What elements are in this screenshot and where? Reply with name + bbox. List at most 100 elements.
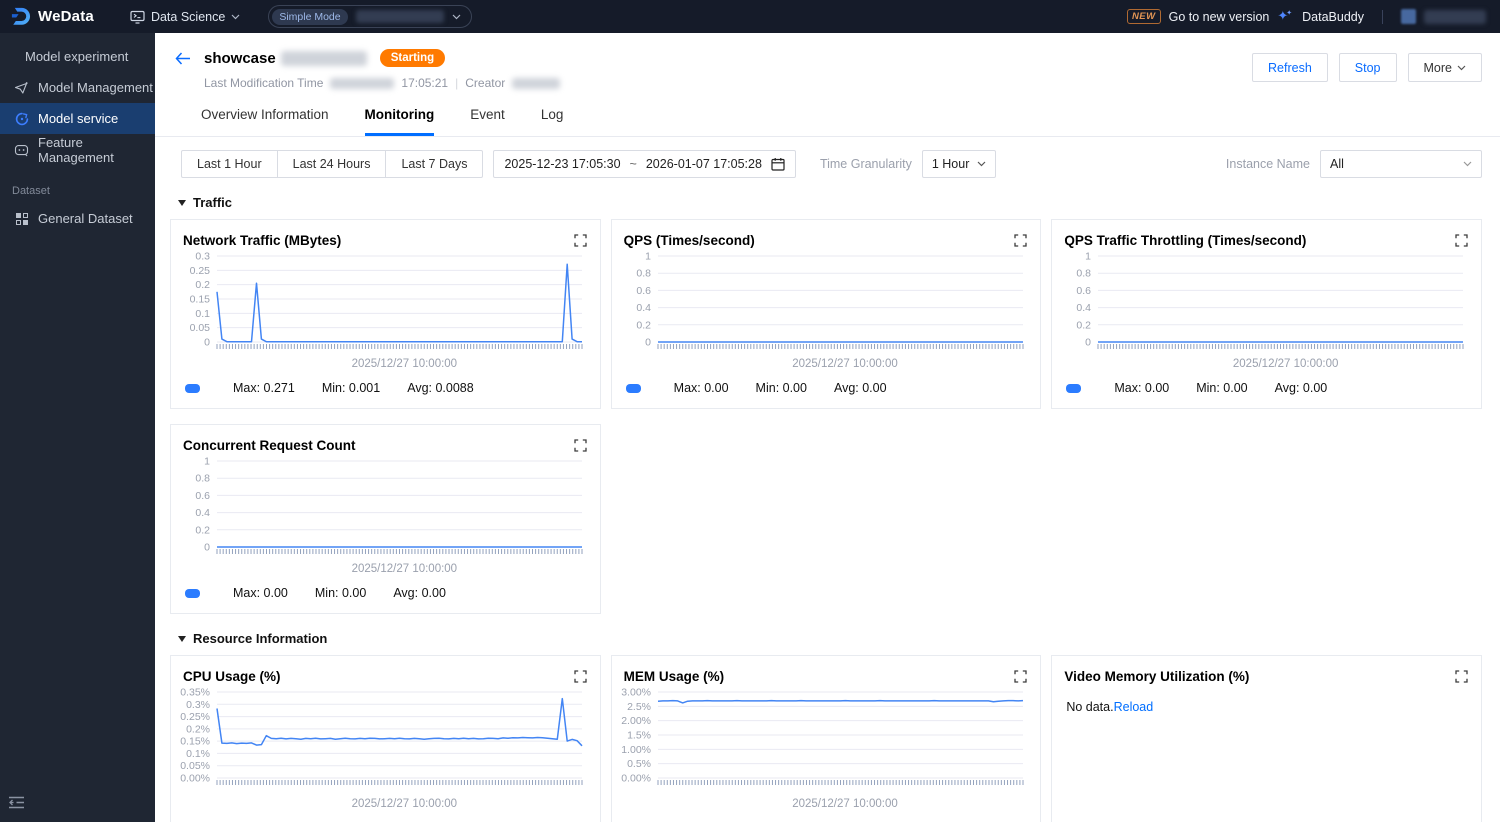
range-last-7-days-button[interactable]: Last 7 Days: [385, 150, 484, 178]
redacted-project-name: [355, 10, 444, 23]
stat-min: Min: 0.00: [314, 586, 367, 600]
time-granularity-label: Time Granularity: [819, 157, 912, 171]
svg-text:0.25: 0.25: [190, 265, 211, 277]
legend-swatch: [185, 383, 200, 393]
chart-x-axis-label: 2025/12/27 10:00:00: [792, 798, 898, 810]
fullscreen-icon[interactable]: [1014, 233, 1027, 247]
chart-legend: Max: 0.00 Min: 0.00 Avg: 0.00: [171, 579, 600, 613]
sidebar-section-dataset: Dataset: [12, 185, 50, 197]
project-selector[interactable]: Simple Mode: [268, 5, 472, 28]
time-granularity-select[interactable]: 1 Hour: [921, 150, 997, 178]
page-title: showcase: [204, 49, 276, 67]
fullscreen-icon[interactable]: [574, 438, 587, 452]
svg-text:0.5%: 0.5%: [627, 758, 651, 770]
fullscreen-icon[interactable]: [1455, 233, 1468, 247]
sidebar-item-model-experiment[interactable]: Model experiment: [0, 41, 155, 72]
refresh-button[interactable]: Refresh: [1252, 53, 1328, 82]
more-label: More: [1423, 60, 1452, 75]
chart-plot: 0 0.2 0.4 0.6 0.8 1: [171, 455, 600, 563]
stat-avg: Avg: 0.0088: [407, 381, 474, 395]
chart-plot: 0 0.2 0.4 0.6 0.8 1: [612, 250, 1041, 358]
stat-avg: Avg: 0.00: [833, 381, 887, 395]
tab-log[interactable]: Log: [541, 107, 564, 136]
back-button[interactable]: [175, 51, 191, 65]
time-granularity-value: 1 Hour: [931, 157, 970, 171]
chart-card: CPU Usage (%) 0.00% 0.05% 0.1% 0.15% 0.2% 0.2…: [170, 655, 601, 822]
page-header: showcase Starting Last Modification Time…: [155, 33, 1500, 137]
svg-text:3.00%: 3.00%: [621, 687, 651, 699]
product-switcher[interactable]: Data Science: [130, 10, 240, 24]
svg-text:0.35%: 0.35%: [180, 687, 210, 699]
svg-text:2.5%: 2.5%: [627, 701, 651, 713]
sidebar-item-feature-management[interactable]: Feature Management: [0, 134, 155, 165]
chart-legend: Max: 2.696 Min: 2.623 Avg: 2.69: [612, 814, 1041, 822]
tab-overview-information[interactable]: Overview Information: [201, 107, 329, 136]
more-button[interactable]: More: [1407, 53, 1482, 82]
svg-text:0.2%: 0.2%: [186, 723, 210, 735]
chart-plot: 0.00% 0.5% 1.00% 1.5% 2.00% 2.5% 3.00%: [612, 686, 1041, 798]
redacted-title-suffix: [280, 50, 367, 66]
reload-link[interactable]: Reload: [1114, 700, 1154, 714]
stop-button[interactable]: Stop: [1338, 53, 1397, 82]
fullscreen-icon[interactable]: [1455, 669, 1468, 683]
chart-legend: Max: 0.00 Min: 0.00 Avg: 0.00: [612, 374, 1041, 408]
collapse-sidebar-button[interactable]: [8, 796, 25, 812]
sidebar-item-label: Feature Management: [38, 134, 114, 165]
svg-text:0.1: 0.1: [195, 308, 210, 320]
date-tilde: ~: [629, 157, 637, 171]
svg-text:0.6: 0.6: [195, 490, 210, 502]
section-resource-information[interactable]: Resource Information: [178, 631, 1482, 646]
range-last-24-hours-button[interactable]: Last 24 Hours: [276, 150, 387, 178]
svg-text:0.6: 0.6: [636, 285, 651, 297]
svg-text:1.5%: 1.5%: [627, 730, 651, 742]
go-to-new-version-link[interactable]: Go to new version: [1169, 10, 1270, 24]
section-traffic[interactable]: Traffic: [178, 195, 1482, 210]
tab-event[interactable]: Event: [470, 107, 505, 136]
chart-card: Concurrent Request Count 0 0.2 0.4 0.6 0.8 1 …: [170, 424, 601, 614]
svg-text:0.8: 0.8: [636, 268, 651, 280]
svg-text:1: 1: [204, 456, 210, 468]
sidebar-item-label: General Dataset: [38, 211, 133, 226]
chart-card: Network Traffic (MBytes) 0 0.05 0.1 0.15 0.2…: [170, 219, 601, 409]
sidebar-item-general-dataset[interactable]: General Dataset: [0, 203, 155, 234]
databuddy-link[interactable]: DataBuddy: [1302, 10, 1364, 24]
avatar[interactable]: [1401, 9, 1416, 24]
svg-text:0: 0: [204, 337, 210, 349]
svg-text:0.2: 0.2: [1077, 319, 1092, 331]
chart-card: Video Memory Utilization (%) No data.Rel…: [1051, 655, 1482, 822]
no-data-message: No data.Reload: [1052, 686, 1481, 714]
redacted-username[interactable]: [1424, 9, 1486, 24]
sidebar-item-model-management[interactable]: Model Management: [0, 72, 155, 103]
svg-text:0.4: 0.4: [1077, 302, 1092, 314]
stat-min: Min: 0.00: [755, 381, 807, 395]
chart-legend: Max: 0.271 Min: 0.001 Avg: 0.0088: [171, 374, 600, 408]
date-range-picker[interactable]: 2025-12-23 17:05:30 ~ 2026-01-07 17:05:2…: [493, 150, 796, 178]
range-last-1-hour-button[interactable]: Last 1 Hour: [181, 150, 278, 178]
svg-text:2.00%: 2.00%: [621, 715, 651, 727]
redacted-date: [330, 77, 395, 89]
model-service-icon: [14, 112, 29, 126]
wedata-logo[interactable]: WeData: [10, 6, 94, 27]
stat-min: Min: 0.001: [321, 381, 381, 395]
svg-text:1.00%: 1.00%: [621, 744, 651, 756]
tab-monitoring[interactable]: Monitoring: [364, 107, 435, 136]
date-end: 2026-01-07 17:05:28: [645, 157, 762, 171]
sidebar-item-model-service[interactable]: Model service: [0, 103, 155, 134]
fullscreen-icon[interactable]: [574, 233, 587, 247]
chart-legend: Max: 0.323 Min: 0.131 Avg: 0.16: [171, 814, 600, 822]
svg-text:0: 0: [204, 542, 210, 554]
fullscreen-icon[interactable]: [1014, 669, 1027, 683]
instance-name-select[interactable]: All: [1320, 150, 1482, 178]
chevron-down-icon: [977, 161, 986, 167]
new-badge: NEW: [1126, 9, 1161, 24]
chart-title: Concurrent Request Count: [183, 438, 356, 453]
chart-card: QPS (Times/second) 0 0.2 0.4 0.6 0.8 1 2025/1…: [610, 219, 1042, 409]
divider: [1382, 9, 1383, 24]
creator-label: Creator: [465, 76, 506, 90]
stat-min: Min: 0.00: [1196, 381, 1248, 395]
logo-text: WeData: [38, 8, 94, 25]
fullscreen-icon[interactable]: [574, 669, 587, 683]
databuddy-sparkle-icon: ✦✦: [1277, 7, 1293, 23]
sidebar: Model experiment Model Management Model …: [0, 33, 155, 822]
chart-plot: [1052, 714, 1481, 798]
